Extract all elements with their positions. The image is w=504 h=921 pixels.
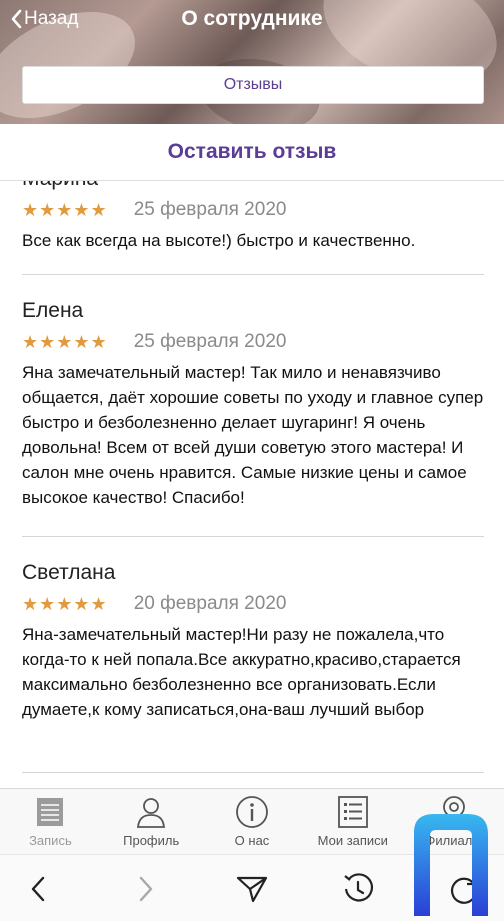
reviews-list[interactable]: Марина ★★★★★ 25 февраля 2020 Все как все… bbox=[0, 180, 504, 788]
review-item: Елена ★★★★★ 25 февраля 2020 Яна замечате… bbox=[22, 298, 484, 510]
review-author: Марина bbox=[22, 180, 484, 192]
history-icon bbox=[344, 873, 373, 902]
tab-label: Запись bbox=[29, 833, 72, 848]
review-text: Яна замечательный мастер! Так мило и нен… bbox=[22, 363, 484, 507]
share-button[interactable] bbox=[234, 871, 270, 907]
review-date: 25 февраля 2020 bbox=[133, 199, 287, 220]
chevron-left-icon bbox=[31, 876, 45, 902]
reviews-button[interactable]: Отзывы bbox=[22, 66, 484, 104]
rating-stars: ★★★★★ bbox=[22, 331, 108, 352]
tab-about[interactable]: О нас bbox=[202, 789, 303, 855]
tab-label: Профиль bbox=[123, 833, 180, 848]
app-logo-icon bbox=[414, 814, 488, 916]
tab-label: Мои записи bbox=[317, 833, 388, 848]
divider bbox=[22, 536, 484, 537]
calendar-icon bbox=[37, 798, 64, 826]
tab-profile[interactable]: Профиль bbox=[101, 789, 202, 855]
tab-label: О нас bbox=[234, 833, 270, 848]
review-author: Елена bbox=[22, 299, 84, 322]
review-date: 20 февраля 2020 bbox=[133, 593, 287, 614]
list-icon bbox=[337, 796, 368, 828]
send-icon bbox=[236, 876, 268, 903]
review-item: Светлана ★★★★★ 20 февраля 2020 Яна-замеч… bbox=[22, 560, 484, 722]
header: Назад О сотруднике Отзывы bbox=[0, 0, 504, 124]
divider bbox=[22, 274, 484, 275]
review-text: Все как всегда на высоте!) быстро и каче… bbox=[22, 231, 416, 250]
review-text: Яна-замечательный мастер!Ни разу не пожа… bbox=[22, 625, 461, 719]
user-icon bbox=[137, 798, 166, 828]
history-button[interactable] bbox=[340, 871, 376, 907]
chevron-right-icon bbox=[139, 876, 153, 902]
rating-stars: ★★★★★ bbox=[22, 199, 108, 220]
browser-back-button[interactable] bbox=[20, 871, 56, 907]
review-date: 25 февраля 2020 bbox=[133, 331, 287, 352]
rating-stars: ★★★★★ bbox=[22, 593, 108, 614]
tab-my-bookings[interactable]: Мои записи bbox=[302, 789, 403, 855]
tab-booking[interactable]: Запись bbox=[0, 789, 101, 855]
info-icon bbox=[236, 796, 268, 828]
leave-review-button[interactable]: Оставить отзыв bbox=[0, 124, 504, 181]
browser-forward-button[interactable] bbox=[128, 871, 164, 907]
page-title: О сотруднике bbox=[181, 7, 323, 30]
divider bbox=[22, 772, 484, 773]
review-item: Марина ★★★★★ 25 февраля 2020 Все как все… bbox=[22, 180, 484, 253]
review-author: Светлана bbox=[22, 561, 116, 584]
